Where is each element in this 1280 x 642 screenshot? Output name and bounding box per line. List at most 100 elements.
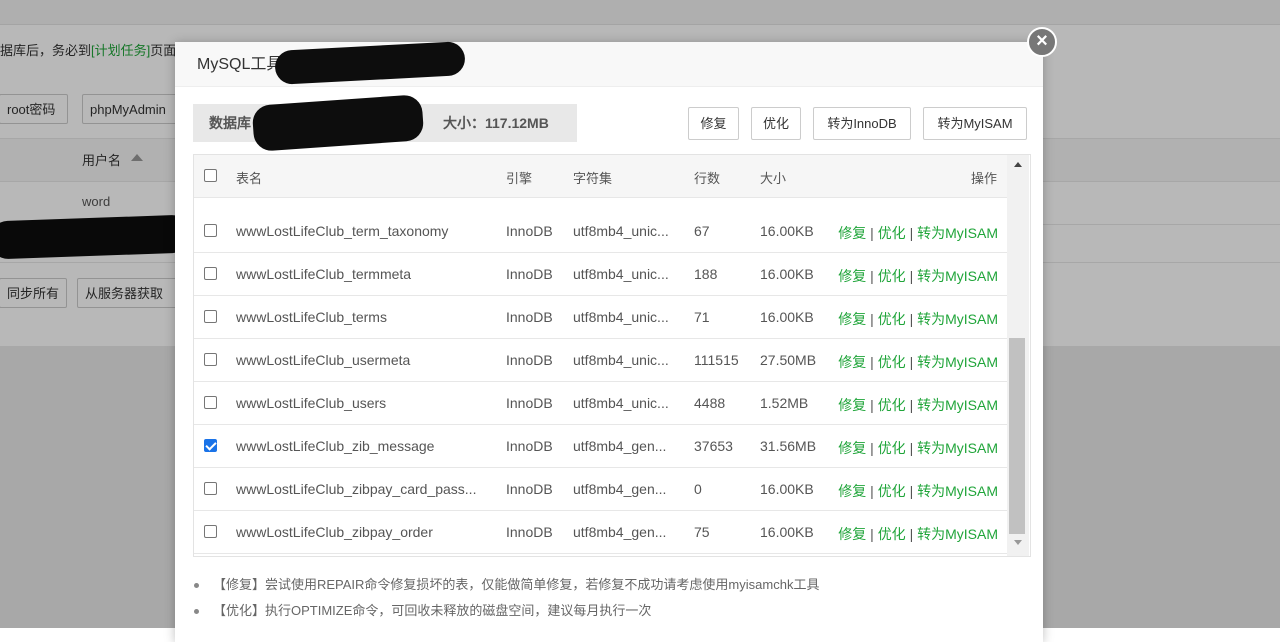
- row-repair-link[interactable]: 修复: [838, 526, 866, 542]
- convert-innodb-button[interactable]: 转为InnoDB: [813, 107, 911, 140]
- optimize-button[interactable]: 优化: [751, 107, 801, 140]
- charset-cell: utf8mb4_unic...: [573, 309, 669, 325]
- row-optimize-link[interactable]: 优化: [878, 268, 906, 284]
- row-repair-link[interactable]: 修复: [838, 354, 866, 370]
- row-optimize-link[interactable]: 优化: [878, 225, 906, 241]
- action-separator: |: [909, 311, 914, 327]
- table-name-cell: wwwLostLifeClub_zibpay_order: [236, 524, 433, 540]
- action-separator: |: [870, 268, 874, 284]
- row-count-cell: 37653: [694, 438, 733, 454]
- column-header-engine: 引擎: [506, 171, 533, 186]
- row-checkbox[interactable]: [204, 267, 217, 280]
- size-cell: 16.00KB: [760, 223, 814, 239]
- row-checkbox[interactable]: [204, 353, 217, 366]
- table-row: wwwLostLifeClub_zibpay_order InnoDB utf8mb…: [194, 510, 1007, 554]
- row-checkbox[interactable]: [204, 396, 217, 409]
- table-name-cell: wwwLostLifeClub_users: [236, 395, 387, 411]
- table-header: 表名 引擎 字符集 行数 大小 操作: [194, 155, 1007, 198]
- row-count-cell: 188: [694, 266, 718, 282]
- scroll-up-arrow-icon[interactable]: [1014, 162, 1022, 167]
- close-icon[interactable]: ×: [1027, 27, 1057, 57]
- row-actions: 修复 | 优化 | 转为MyISAM: [838, 223, 998, 243]
- row-checkbox[interactable]: [204, 310, 217, 323]
- row-actions: 修复 | 优化 | 转为MyISAM: [838, 524, 998, 544]
- row-convert-myisam-link[interactable]: 转为MyISAM: [917, 311, 998, 327]
- row-count-cell: 111515: [694, 352, 739, 368]
- size-cell: 16.00KB: [760, 309, 814, 325]
- size-cell: 1.52MB: [760, 395, 809, 411]
- row-optimize-link[interactable]: 优化: [878, 354, 906, 370]
- row-count-cell: 67: [694, 223, 710, 239]
- row-actions: 修复 | 优化 | 转为MyISAM: [838, 438, 998, 458]
- action-separator: |: [870, 526, 874, 542]
- action-separator: |: [909, 268, 914, 284]
- table-scrollbar[interactable]: [1007, 155, 1029, 556]
- engine-cell: InnoDB: [506, 223, 553, 239]
- row-repair-link[interactable]: 修复: [838, 397, 866, 413]
- row-convert-myisam-link[interactable]: 转为MyISAM: [917, 354, 998, 370]
- select-all-checkbox[interactable]: [204, 169, 217, 182]
- row-count-cell: 71: [694, 309, 710, 325]
- row-convert-myisam-link[interactable]: 转为MyISAM: [917, 483, 998, 499]
- table-name-cell: wwwLostLifeClub_terms: [236, 309, 387, 325]
- row-optimize-link[interactable]: 优化: [878, 483, 906, 499]
- size-label: 大小：: [443, 115, 485, 131]
- row-optimize-link[interactable]: 优化: [878, 311, 906, 327]
- charset-cell: utf8mb4_gen...: [573, 438, 667, 454]
- row-repair-link[interactable]: 修复: [838, 483, 866, 499]
- table-row: wwwLostLifeClub_termmeta InnoDB utf8mb4_un…: [194, 252, 1007, 296]
- mysql-toolbox-dialog: MySQL工具箱】 数据库 大小： 117.12MB 修复 优化 转为InnoD…: [175, 41, 1043, 642]
- column-header-size: 大小: [760, 171, 787, 186]
- row-actions: 修复 | 优化 | 转为MyISAM: [838, 266, 998, 286]
- charset-cell: utf8mb4_unic...: [573, 395, 669, 411]
- help-notes: 【修复】尝试使用REPAIR命令修复损坏的表，仅能做简单修复，若修复不成功请考虑…: [193, 572, 819, 624]
- row-checkbox[interactable]: [204, 525, 217, 538]
- table-name-cell: wwwLostLifeClub_usermeta: [236, 352, 411, 368]
- row-count-cell: 4488: [694, 395, 726, 411]
- engine-cell: InnoDB: [506, 352, 553, 368]
- action-separator: |: [870, 397, 874, 413]
- table-name-cell: wwwLostLifeClub_zibpay_card_pass...: [236, 481, 477, 497]
- size-cell: 16.00KB: [760, 524, 814, 540]
- table-row: wwwLostLifeClub_zib_message InnoDB utf8mb4…: [194, 424, 1007, 468]
- action-separator: |: [909, 397, 914, 413]
- row-checkbox[interactable]: [204, 224, 217, 237]
- table-row: wwwLostLifeClub_users InnoDB utf8mb4_unic.…: [194, 381, 1007, 425]
- tables-list[interactable]: 表名 引擎 字符集 行数 大小 操作 wwwLostLifeClub_term_…: [193, 154, 1031, 557]
- row-convert-myisam-link[interactable]: 转为MyISAM: [917, 440, 998, 456]
- table-row: wwwLostLifeClub_term_taxonomy InnoDB utf8m…: [194, 209, 1007, 253]
- action-separator: |: [870, 440, 874, 456]
- action-separator: |: [909, 440, 914, 456]
- row-optimize-link[interactable]: 优化: [878, 397, 906, 413]
- charset-cell: utf8mb4_gen...: [573, 524, 667, 540]
- row-repair-link[interactable]: 修复: [838, 440, 866, 456]
- engine-cell: InnoDB: [506, 438, 553, 454]
- row-checkbox[interactable]: [204, 482, 217, 495]
- row-convert-myisam-link[interactable]: 转为MyISAM: [917, 397, 998, 413]
- column-header-rows: 行数: [694, 171, 721, 186]
- database-label: 数据库: [209, 115, 251, 131]
- row-repair-link[interactable]: 修复: [838, 268, 866, 284]
- row-optimize-link[interactable]: 优化: [878, 440, 906, 456]
- scroll-thumb[interactable]: [1009, 338, 1025, 534]
- redaction-mark: [251, 94, 425, 152]
- row-actions: 修复 | 优化 | 转为MyISAM: [838, 309, 998, 329]
- repair-button[interactable]: 修复: [688, 107, 739, 140]
- size-cell: 16.00KB: [760, 481, 814, 497]
- row-convert-myisam-link[interactable]: 转为MyISAM: [917, 526, 998, 542]
- column-header-actions: 操作: [971, 171, 998, 186]
- size-cell: 31.56MB: [760, 438, 817, 454]
- row-repair-link[interactable]: 修复: [838, 225, 866, 241]
- row-repair-link[interactable]: 修复: [838, 311, 866, 327]
- row-actions: 修复 | 优化 | 转为MyISAM: [838, 352, 998, 372]
- scroll-down-arrow-icon[interactable]: [1014, 540, 1022, 545]
- engine-cell: InnoDB: [506, 309, 553, 325]
- row-convert-myisam-link[interactable]: 转为MyISAM: [917, 225, 998, 241]
- row-count-cell: 0: [694, 481, 702, 497]
- engine-cell: InnoDB: [506, 524, 553, 540]
- row-convert-myisam-link[interactable]: 转为MyISAM: [917, 268, 998, 284]
- row-optimize-link[interactable]: 优化: [878, 526, 906, 542]
- table-name-cell: wwwLostLifeClub_term_taxonomy: [236, 223, 449, 239]
- convert-myisam-button[interactable]: 转为MyISAM: [923, 107, 1027, 140]
- row-checkbox[interactable]: [204, 439, 217, 452]
